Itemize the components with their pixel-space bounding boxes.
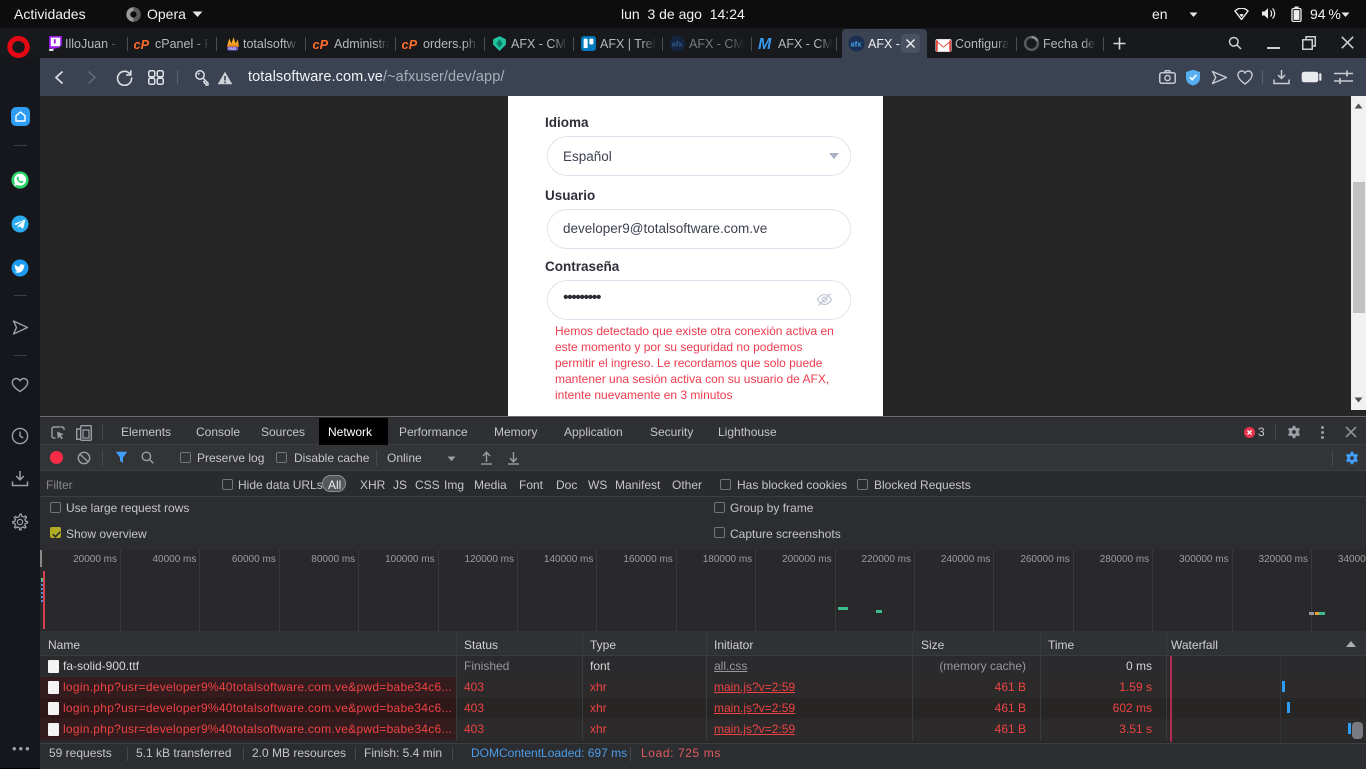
svg-text:afx: afx bbox=[672, 40, 684, 49]
svg-text:cP: cP bbox=[402, 37, 418, 52]
svg-text:cP: cP bbox=[134, 37, 150, 52]
svg-text:cP: cP bbox=[313, 37, 329, 52]
svg-text:M: M bbox=[758, 36, 772, 52]
svg-text:afx: afx bbox=[851, 40, 863, 49]
svg-text:PASI: PASI bbox=[228, 47, 236, 51]
